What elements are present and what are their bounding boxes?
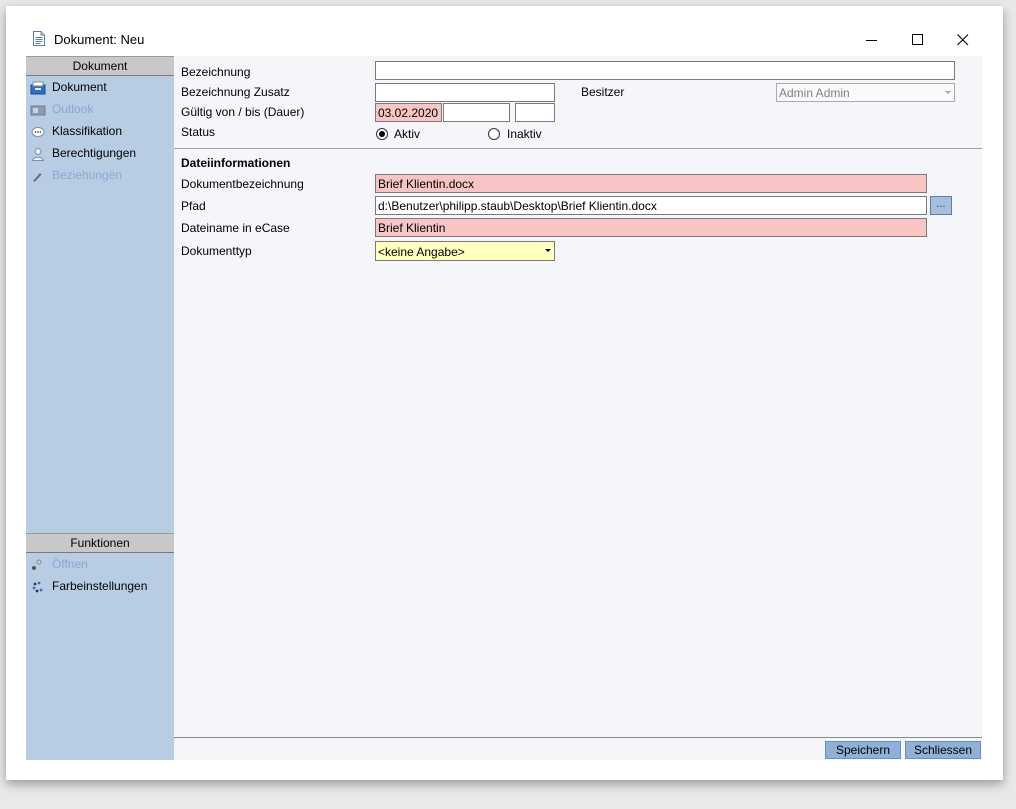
function-item-label: Farbeinstellungen (52, 579, 148, 593)
dialog-window: Dokument: Neu Dokument Dokument Outlook … (6, 6, 1003, 780)
user-permission-icon (30, 147, 46, 161)
function-item-oeffnen[interactable]: Öffnen (26, 555, 174, 575)
open-icon (30, 558, 46, 572)
zusatz-label: Bezeichnung Zusatz (181, 85, 290, 99)
function-item-farbeinstellungen[interactable]: Farbeinstellungen (26, 577, 174, 597)
sidebar-item-outlook[interactable]: Outlook (26, 100, 174, 120)
dauer-field[interactable] (515, 103, 555, 122)
sidebar-item-label: Beziehungen (52, 168, 123, 182)
sidebar: Dokument Dokument Outlook Klassifikation… (26, 56, 174, 760)
dokumentbezeichnung-label: Dokumentbezeichnung (181, 177, 304, 191)
section-divider (174, 148, 982, 149)
outlook-icon (30, 103, 46, 117)
form-area: Bezeichnung Bezeichnung Zusatz Besitzer … (174, 56, 982, 760)
document-drawer-icon (30, 81, 46, 95)
bezeichnung-field[interactable] (375, 61, 955, 80)
dateiname-field[interactable]: Brief Klientin (375, 218, 927, 237)
document-icon (33, 31, 45, 46)
minimize-button[interactable] (852, 26, 892, 54)
zusatz-field[interactable] (375, 83, 555, 102)
pencil-icon (30, 169, 46, 183)
status-label: Status (181, 125, 216, 139)
pfad-field[interactable]: d:\Benutzer\philipp.staub\Desktop\Brief … (375, 196, 927, 215)
sidebar-item-label: Berechtigungen (52, 146, 137, 160)
sidebar-item-label: Klassifikation (52, 124, 123, 138)
besitzer-value: Admin Admin (779, 86, 850, 100)
window-title: Dokument: Neu (54, 32, 145, 47)
sidebar-item-dokument[interactable]: Dokument (26, 78, 174, 98)
sidebar-item-beziehungen[interactable]: Beziehungen (26, 166, 174, 186)
radio-button[interactable] (488, 128, 500, 140)
sidebar-section-funktionen: Funktionen (26, 533, 174, 553)
radio-label: Aktiv (394, 127, 421, 141)
chevron-down-icon (945, 91, 951, 94)
maximize-button[interactable] (898, 26, 938, 54)
bezeichnung-label: Bezeichnung (181, 65, 251, 79)
radio-button[interactable] (376, 128, 388, 140)
gueltig-bis-field[interactable] (443, 103, 510, 122)
dokumentbezeichnung-field[interactable]: Brief Klientin.docx (375, 174, 927, 193)
gueltig-label: Gültig von / bis (Dauer) (181, 105, 305, 119)
sidebar-item-klassifikation[interactable]: Klassifikation (26, 122, 174, 142)
sidebar-item-berechtigungen[interactable]: Berechtigungen (26, 144, 174, 164)
dateiname-label: Dateiname in eCase (181, 221, 290, 235)
color-palette-icon (30, 580, 46, 594)
close-button[interactable] (943, 26, 983, 54)
function-item-label: Öffnen (52, 557, 88, 571)
besitzer-label: Besitzer (581, 85, 625, 99)
classification-icon (30, 125, 46, 139)
sidebar-item-label: Outlook (52, 102, 94, 116)
section-title: Dateiinformationen (181, 156, 291, 170)
save-button[interactable]: Speichern (825, 741, 901, 759)
footer-divider (174, 737, 982, 738)
dokumenttyp-dropdown[interactable]: <keine Angabe> (375, 241, 555, 261)
title-bar: Dokument: Neu (6, 6, 1003, 56)
close-dialog-button[interactable]: Schliessen (905, 741, 981, 759)
radio-label: Inaktiv (507, 127, 542, 141)
pfad-label: Pfad (181, 199, 206, 213)
dokumenttyp-label: Dokumenttyp (181, 244, 252, 258)
sidebar-item-label: Dokument (52, 80, 107, 94)
gueltig-von-field[interactable]: 03.02.2020 (375, 103, 442, 122)
chevron-down-icon (545, 249, 551, 252)
close-icon (957, 34, 969, 46)
maximize-icon (912, 34, 923, 45)
minimize-icon (866, 40, 877, 41)
dokumenttyp-value: <keine Angabe> (378, 245, 465, 259)
browse-button[interactable]: ... (930, 196, 952, 215)
besitzer-dropdown[interactable]: Admin Admin (776, 83, 955, 102)
sidebar-section-dokument: Dokument (26, 56, 174, 76)
